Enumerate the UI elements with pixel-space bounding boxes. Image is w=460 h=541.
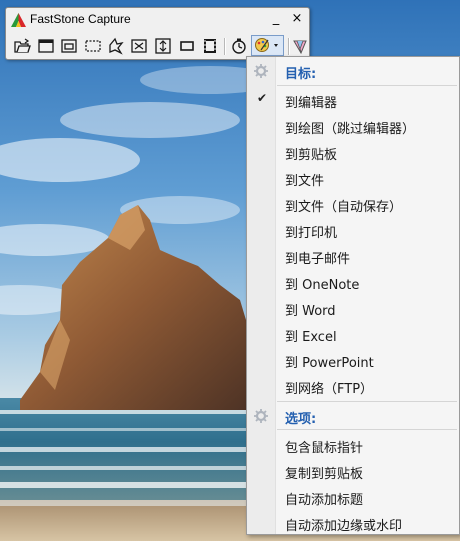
target-gear-icon <box>253 63 269 79</box>
menu-item-to-email[interactable]: 到电子邮件 <box>247 244 459 268</box>
capture-active-window-icon[interactable] <box>37 37 55 55</box>
output-destination-menu: 目标: ✔ 到编辑器 到绘图（跳过编辑器） 到剪贴板 到文件 到文件（自动保存）… <box>246 56 460 535</box>
app-logo-icon <box>11 13 26 27</box>
toolbar-separator <box>224 38 226 55</box>
menu-item-to-excel[interactable]: 到 Excel <box>247 322 459 346</box>
menu-separator <box>277 429 457 430</box>
capture-rectangle-icon[interactable] <box>84 37 102 55</box>
menu-item-to-word[interactable]: 到 Word <box>247 296 459 320</box>
menu-item-to-file[interactable]: 到文件 <box>247 166 459 190</box>
menu-item-to-paint[interactable]: 到绘图（跳过编辑器） <box>247 114 459 138</box>
capture-fixed-region-icon[interactable] <box>178 37 196 55</box>
toolbar-separator <box>288 38 290 55</box>
capture-full-screen-icon[interactable] <box>130 37 148 55</box>
menu-item-to-onenote[interactable]: 到 OneNote <box>247 270 459 294</box>
menu-item-to-clipboard[interactable]: 到剪贴板 <box>247 140 459 164</box>
menu-item-to-ftp[interactable]: 到网络（FTP） <box>247 374 459 398</box>
toolbar-buttons <box>9 35 307 57</box>
delay-timer-icon[interactable] <box>230 37 248 55</box>
menu-item-include-cursor[interactable]: 包含鼠标指针 <box>247 433 459 457</box>
menu-item-to-printer[interactable]: 到打印机 <box>247 218 459 242</box>
menu-item-auto-edge-watermark[interactable]: 自动添加边缘或水印 <box>247 511 459 535</box>
capture-freehand-icon[interactable] <box>107 37 125 55</box>
title-bar[interactable]: FastStone Capture _ × <box>6 8 309 32</box>
menu-item-to-powerpoint[interactable]: 到 PowerPoint <box>247 348 459 372</box>
menu-item-copy-to-clipboard[interactable]: 复制到剪贴板 <box>247 459 459 483</box>
menu-separator <box>277 85 457 86</box>
menu-header-target: 目标: <box>247 59 459 83</box>
target-header-label: 目标: <box>285 67 317 82</box>
capture-toolbar-window: FastStone Capture _ × <box>5 7 310 60</box>
menu-item-to-file-autosave[interactable]: 到文件（自动保存） <box>247 192 459 216</box>
window-title: FastStone Capture <box>30 12 131 26</box>
menu-item-to-editor[interactable]: ✔ 到编辑器 <box>247 88 459 112</box>
options-header-label: 选项: <box>285 412 317 427</box>
close-button[interactable]: × <box>289 10 305 28</box>
open-file-icon[interactable] <box>13 37 31 55</box>
settings-icon[interactable] <box>291 37 309 55</box>
screen-recorder-icon[interactable] <box>201 37 219 55</box>
capture-window-object-icon[interactable] <box>60 37 78 55</box>
checkmark-icon: ✔ <box>257 91 268 105</box>
minimize-button[interactable]: _ <box>268 10 284 28</box>
menu-item-auto-caption[interactable]: 自动添加标题 <box>247 485 459 509</box>
menu-header-options: 选项: <box>247 404 459 428</box>
menu-separator <box>277 401 457 402</box>
output-destination-icon[interactable] <box>251 35 284 56</box>
capture-scrolling-window-icon[interactable] <box>154 37 172 55</box>
options-gear-icon <box>253 408 269 424</box>
